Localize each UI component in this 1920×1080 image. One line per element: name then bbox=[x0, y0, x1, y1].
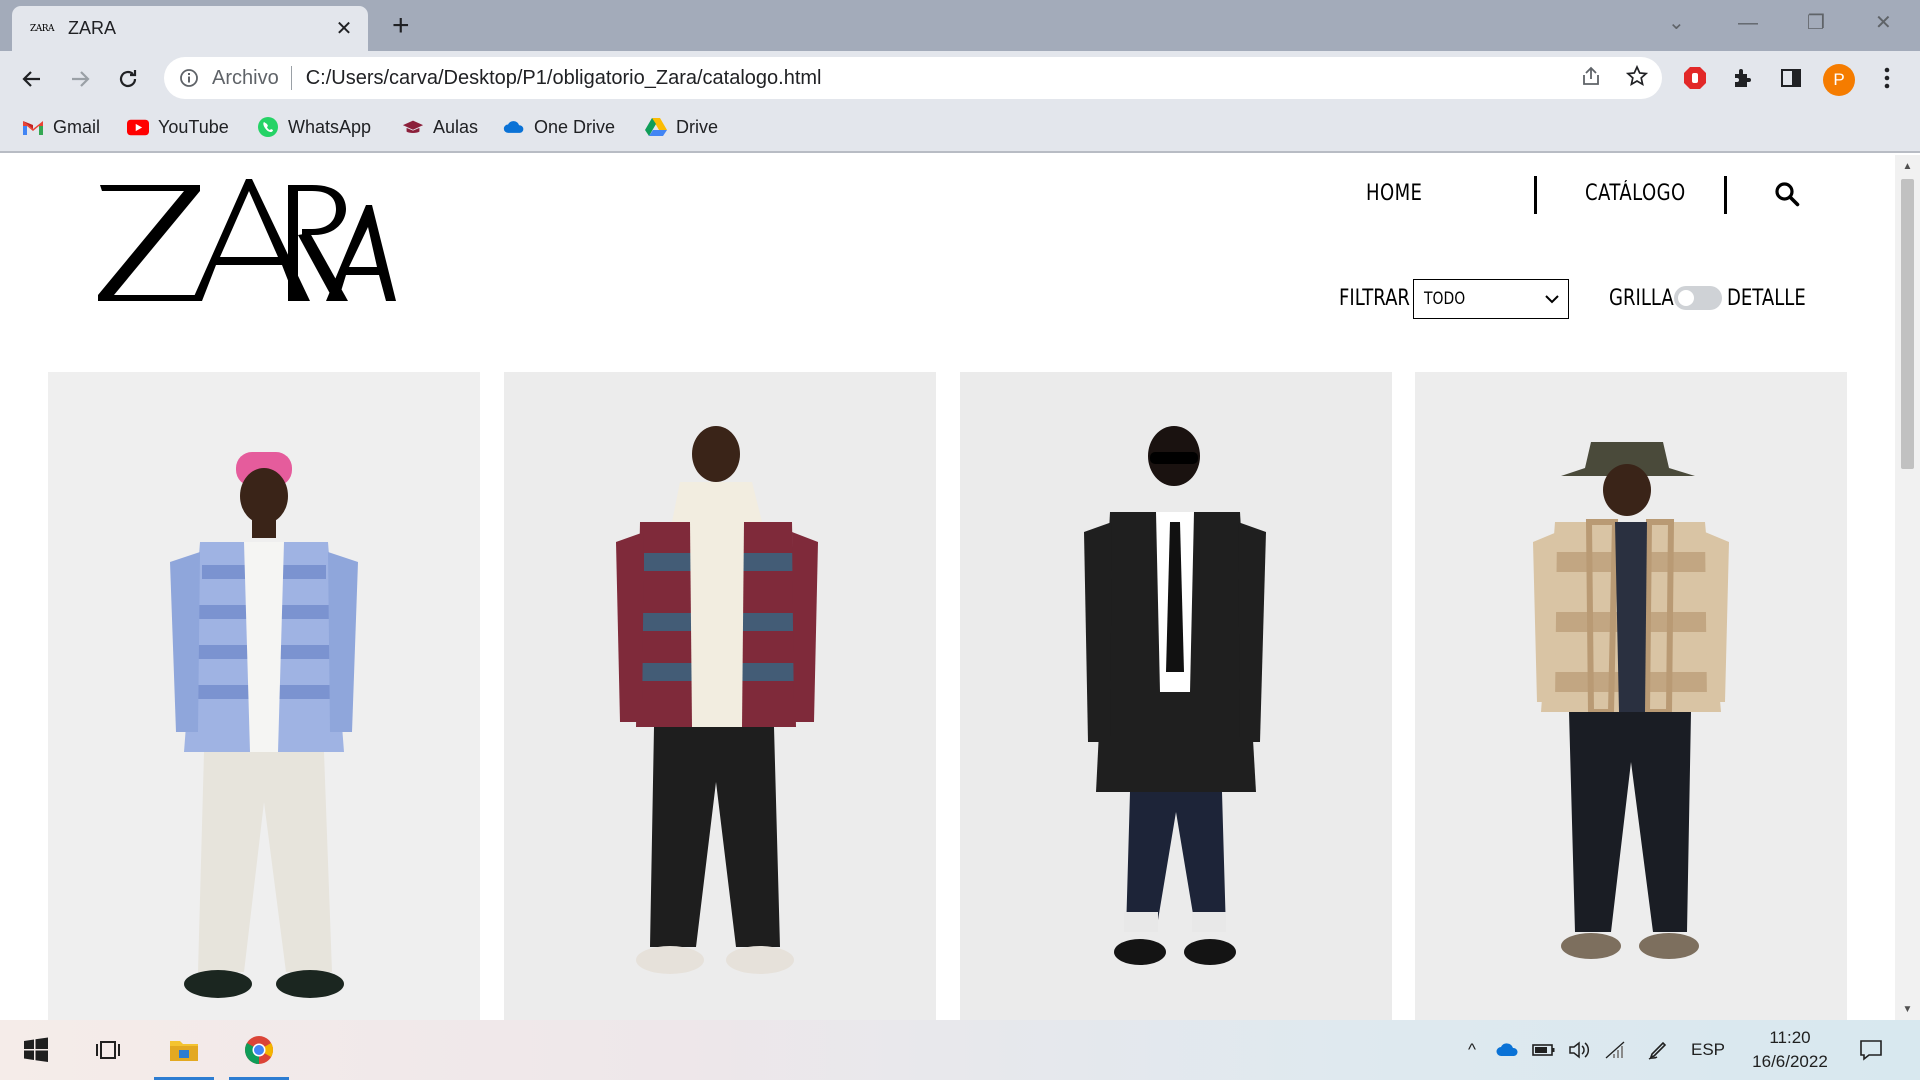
file-explorer-icon[interactable] bbox=[168, 1034, 200, 1066]
graduation-cap-icon bbox=[402, 116, 424, 138]
share-icon[interactable] bbox=[1580, 65, 1602, 92]
browser-toolbar: Archivo C:/Users/carva/Desktop/P1/obliga… bbox=[0, 51, 1920, 104]
bookmark-drive[interactable]: Drive bbox=[645, 116, 718, 138]
back-arrow-icon[interactable] bbox=[14, 61, 50, 97]
battery-icon[interactable] bbox=[1530, 1038, 1558, 1062]
forward-arrow-icon[interactable] bbox=[62, 61, 98, 97]
bookmark-label: YouTube bbox=[158, 116, 229, 137]
language-indicator[interactable]: ESP bbox=[1688, 1038, 1728, 1062]
address-bar[interactable]: Archivo C:/Users/carva/Desktop/P1/obliga… bbox=[164, 57, 1662, 99]
url-text[interactable]: C:/Users/carva/Desktop/P1/obligatorio_Za… bbox=[306, 67, 1580, 90]
windows-start-icon[interactable] bbox=[20, 1034, 52, 1066]
bookmark-label: Drive bbox=[676, 116, 719, 137]
toggle-knob bbox=[1678, 290, 1694, 306]
gmail-icon bbox=[22, 116, 44, 138]
bookmark-gmail[interactable]: Gmail bbox=[22, 116, 100, 138]
product-card-2[interactable] bbox=[504, 372, 936, 1020]
clock[interactable]: 11:20 16/6/2022 bbox=[1742, 1026, 1838, 1074]
product-card-4[interactable] bbox=[1415, 372, 1847, 1020]
extensions-puzzle-icon[interactable] bbox=[1728, 63, 1758, 93]
nav-home-link[interactable]: HOME bbox=[1366, 181, 1422, 206]
bookmark-whatsapp[interactable]: WhatsApp bbox=[257, 116, 371, 138]
chrome-menu-kebab-icon[interactable] bbox=[1872, 63, 1902, 93]
clock-time: 11:20 bbox=[1769, 1028, 1811, 1047]
minimize-icon[interactable]: — bbox=[1738, 8, 1758, 38]
bookmark-star-icon[interactable] bbox=[1625, 64, 1649, 92]
restore-icon[interactable]: ❐ bbox=[1807, 8, 1825, 38]
nav-catalog-link[interactable]: CATÁLOGO bbox=[1585, 181, 1686, 206]
wifi-icon[interactable] bbox=[1602, 1038, 1630, 1062]
bookmark-label: One Drive bbox=[534, 116, 616, 137]
filter-label: FILTRAR bbox=[1339, 286, 1410, 311]
bookmark-label: Aulas bbox=[433, 116, 479, 137]
close-window-icon[interactable]: ✕ bbox=[1875, 8, 1892, 38]
grid-view-label: GRILLA bbox=[1609, 286, 1674, 311]
scroll-up-arrow-icon[interactable]: ▲ bbox=[1895, 157, 1920, 175]
scrollbar-thumb[interactable] bbox=[1901, 179, 1914, 469]
tab-search-chevron-icon[interactable]: ⌄ bbox=[1668, 8, 1685, 38]
omnibox-actions bbox=[1580, 64, 1649, 92]
product-photo-4 bbox=[1415, 372, 1847, 1020]
pen-workspace-icon[interactable] bbox=[1644, 1038, 1672, 1062]
product-photo-3 bbox=[960, 372, 1392, 1020]
product-photo-2 bbox=[504, 372, 936, 1020]
bookmark-onedrive[interactable]: One Drive bbox=[503, 116, 615, 138]
bookmark-label: WhatsApp bbox=[288, 116, 372, 137]
detail-view-label: DETALLE bbox=[1727, 286, 1806, 311]
chrome-icon[interactable] bbox=[243, 1034, 275, 1066]
bookmarks-bar: Gmail YouTube WhatsApp Aulas One Drive D… bbox=[0, 104, 1920, 153]
search-icon[interactable] bbox=[1774, 181, 1800, 207]
omnibox-separator bbox=[290, 66, 292, 90]
onedrive-tray-icon[interactable] bbox=[1494, 1038, 1522, 1062]
bookmark-label: Gmail bbox=[53, 116, 101, 137]
info-icon[interactable] bbox=[178, 67, 200, 89]
scroll-down-arrow-icon[interactable]: ▼ bbox=[1895, 1000, 1920, 1018]
whatsapp-icon bbox=[257, 116, 279, 138]
zara-catalog-page: HOME CATÁLOGO FILTRAR TODO GRILLA DETALL… bbox=[0, 155, 1895, 1020]
clock-date: 16/6/2022 bbox=[1752, 1052, 1828, 1071]
zara-logo[interactable] bbox=[96, 177, 396, 305]
browser-tab[interactable]: ZARA ZARA ✕ bbox=[12, 6, 368, 51]
side-panel-icon[interactable] bbox=[1776, 63, 1806, 93]
nav-divider bbox=[1724, 176, 1727, 214]
bookmark-aulas[interactable]: Aulas bbox=[402, 116, 478, 138]
reload-icon[interactable] bbox=[110, 61, 146, 97]
product-photo-1 bbox=[48, 372, 480, 1020]
onedrive-icon bbox=[503, 116, 525, 138]
product-card-1[interactable] bbox=[48, 372, 480, 1020]
profile-avatar[interactable]: P bbox=[1823, 64, 1855, 96]
zara-favicon-icon: ZARA bbox=[30, 23, 55, 34]
volume-icon[interactable] bbox=[1566, 1038, 1594, 1062]
task-view-icon[interactable] bbox=[92, 1034, 124, 1066]
chevron-down-icon bbox=[1545, 295, 1559, 304]
adblock-extension-icon[interactable] bbox=[1680, 63, 1710, 93]
browser-titlebar: ZARA ZARA ✕ + ⌄ — ❐ ✕ bbox=[0, 0, 1920, 51]
windows-taskbar: ^ ESP 11:20 16/6/2022 bbox=[0, 1020, 1920, 1080]
file-chip: Archivo bbox=[212, 66, 279, 89]
show-hidden-icons-chevron-icon[interactable]: ^ bbox=[1460, 1038, 1484, 1062]
bookmark-youtube[interactable]: YouTube bbox=[127, 116, 229, 138]
tab-title: ZARA bbox=[68, 18, 117, 38]
youtube-icon bbox=[127, 116, 149, 138]
view-toggle-switch[interactable] bbox=[1674, 286, 1722, 310]
tab-close-icon[interactable]: ✕ bbox=[334, 16, 354, 41]
nav-divider bbox=[1534, 176, 1537, 214]
notifications-icon[interactable] bbox=[1856, 1038, 1886, 1062]
filter-select[interactable]: TODO bbox=[1413, 279, 1569, 319]
page-scrollbar[interactable]: ▲ ▼ bbox=[1895, 155, 1920, 1020]
new-tab-plus-icon[interactable]: + bbox=[392, 11, 410, 41]
product-card-3[interactable] bbox=[960, 372, 1392, 1020]
filter-selected-value: TODO bbox=[1424, 289, 1466, 309]
google-drive-icon bbox=[645, 116, 667, 138]
